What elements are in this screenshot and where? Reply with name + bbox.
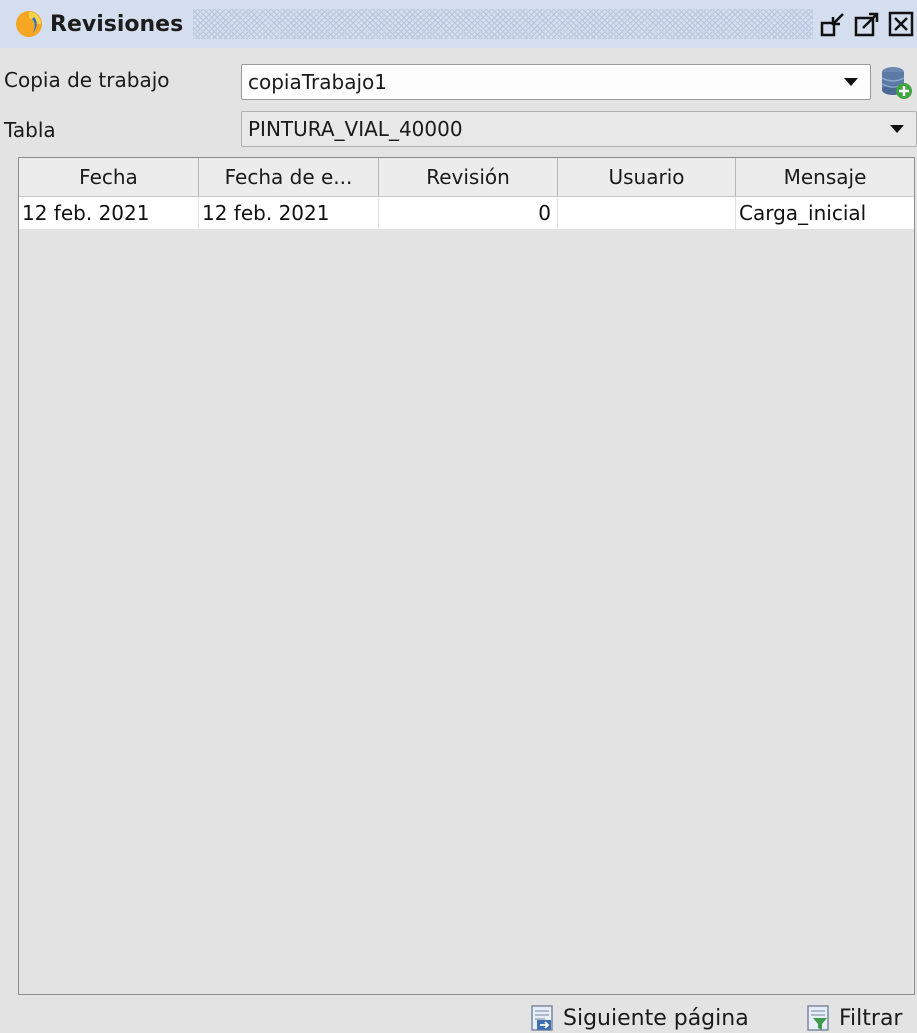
chevron-down-icon [844,78,858,86]
table-row[interactable]: 12 feb. 2021 12 feb. 2021 0 Carga_inicia… [19,197,914,229]
cell-mensaje: Carga_inicial [739,201,867,225]
working-copy-select[interactable]: copiaTrabajo1 [241,64,871,100]
filter-button[interactable]: Filtrar [805,1004,902,1032]
column-header-revision[interactable]: Revisión [379,158,558,196]
table-label: Tabla [4,118,56,142]
table-value: PINTURA_VIAL_40000 [248,117,463,141]
cell-usuario [558,197,736,229]
close-icon[interactable] [887,10,915,38]
cell-fecha-de-e: 12 feb. 2021 [199,197,379,229]
table-header: Fecha Fecha de e... Revisión Usuario Men… [19,158,914,197]
filter-label: Filtrar [839,1005,903,1031]
next-page-button[interactable]: Siguiente página [529,1004,749,1032]
column-header-usuario[interactable]: Usuario [558,158,736,196]
table-select[interactable]: PINTURA_VIAL_40000 [241,111,917,147]
cell-fecha: 12 feb. 2021 [19,197,199,229]
app-logo-icon [16,11,42,37]
window-title: Revisiones [50,11,184,37]
minimize-dock-icon[interactable] [819,10,847,38]
database-add-icon[interactable] [878,64,914,100]
column-header-fecha[interactable]: Fecha [19,158,199,196]
next-page-icon [531,1005,553,1031]
column-header-fecha-de-e[interactable]: Fecha de e... [199,158,379,196]
title-bar: Revisiones [0,0,917,48]
revisions-table[interactable]: Fecha Fecha de e... Revisión Usuario Men… [18,157,915,995]
title-grip[interactable] [193,9,813,39]
working-copy-label: Copia de trabajo [4,68,170,92]
working-copy-value: copiaTrabajo1 [248,70,387,94]
maximize-icon[interactable] [853,10,881,38]
chevron-down-icon [890,125,904,133]
cell-revision: 0 [379,197,558,229]
next-page-label: Siguiente página [563,1005,749,1031]
column-header-mensaje[interactable]: Mensaje [736,158,914,196]
filter-icon [807,1005,829,1031]
